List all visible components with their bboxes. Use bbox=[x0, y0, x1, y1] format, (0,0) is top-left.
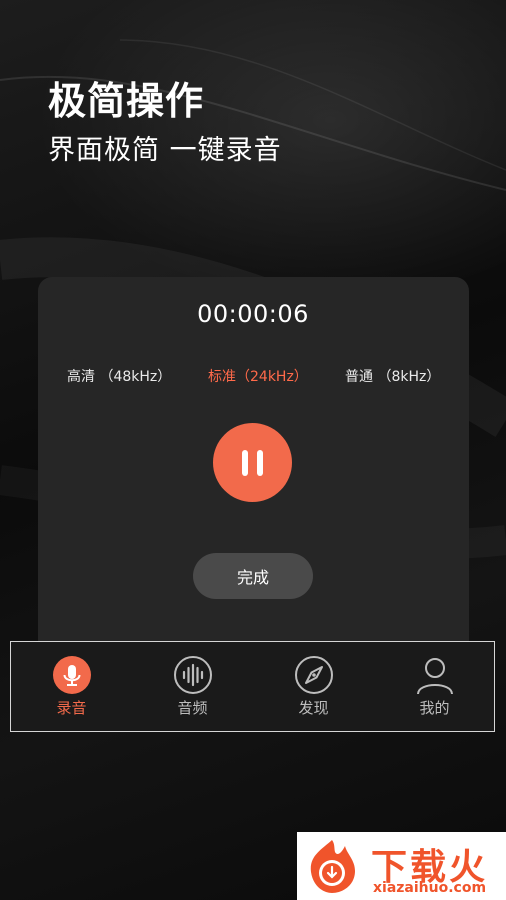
tab-audio[interactable]: 音频 bbox=[132, 642, 253, 731]
quality-option-hd[interactable]: 高清 （48kHz） bbox=[67, 366, 171, 386]
flame-logo-icon bbox=[310, 840, 355, 893]
microphone-icon bbox=[53, 656, 91, 694]
promo-title: 极简操作 bbox=[48, 79, 205, 123]
promo-subtitle: 界面极简 一键录音 bbox=[48, 135, 282, 166]
pause-icon bbox=[242, 449, 248, 476]
done-button[interactable]: 完成 bbox=[193, 553, 313, 599]
tab-mine-label: 我的 bbox=[419, 699, 450, 717]
tab-audio-label: 音频 bbox=[177, 699, 208, 717]
watermark-logo: 下载火 xiazaihuo.com bbox=[297, 832, 506, 900]
quality-option-normal[interactable]: 普通 （8kHz） bbox=[345, 366, 440, 386]
recording-timer: 00:00:06 bbox=[197, 300, 309, 328]
tab-discover-label: 发现 bbox=[298, 699, 329, 717]
tab-discover[interactable]: 发现 bbox=[253, 642, 374, 731]
tab-record-label: 录音 bbox=[56, 699, 87, 717]
pause-icon-bar bbox=[257, 449, 263, 476]
waveform-icon bbox=[174, 656, 212, 694]
tab-mine[interactable]: 我的 bbox=[374, 642, 495, 731]
bottom-tab-bar: 录音 音频 发现 我的 bbox=[10, 641, 495, 732]
watermark-domain: xiazaihuo.com bbox=[373, 880, 487, 896]
user-icon bbox=[417, 658, 453, 695]
quality-option-standard[interactable]: 标准（24kHz） bbox=[208, 366, 308, 386]
tab-record[interactable]: 录音 bbox=[11, 642, 132, 731]
pause-button[interactable] bbox=[213, 423, 292, 502]
compass-icon bbox=[295, 656, 333, 694]
